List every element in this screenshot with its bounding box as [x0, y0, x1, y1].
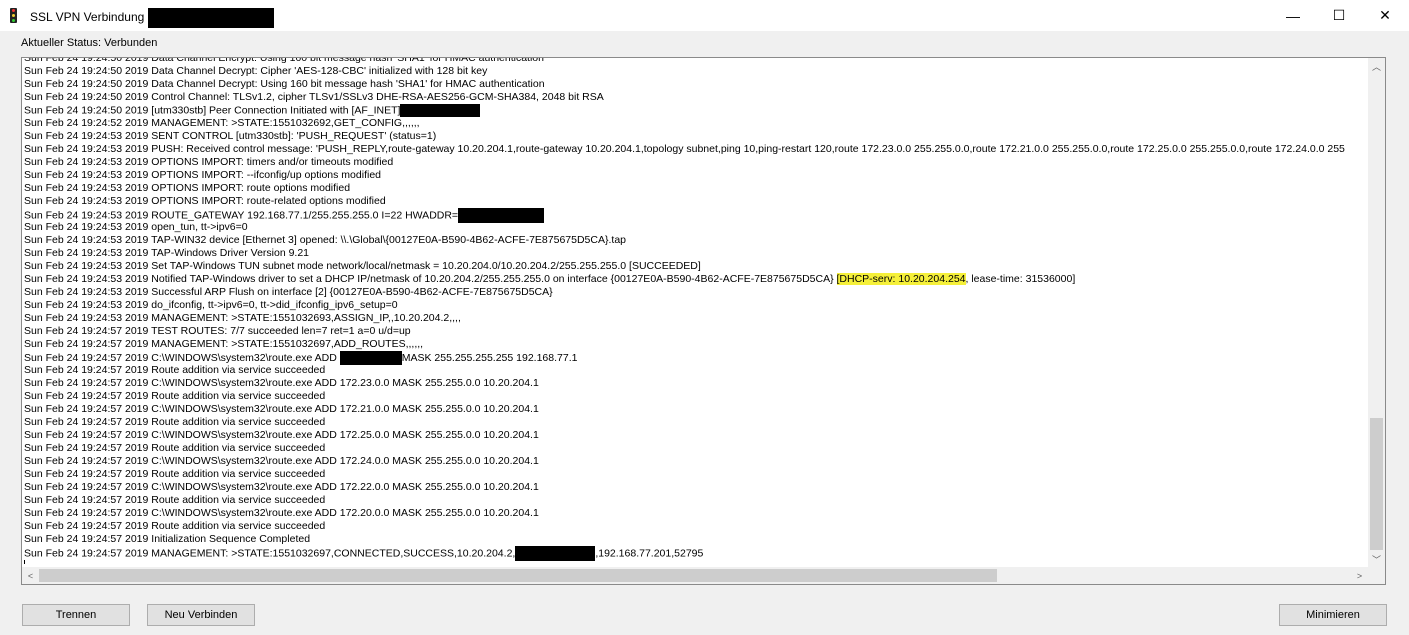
log-line: Sun Feb 24 19:24:57 2019 C:\WINDOWS\syst…	[24, 403, 539, 415]
log-line: Sun Feb 24 19:24:53 2019 PUSH: Received …	[24, 143, 1345, 155]
scroll-down-icon[interactable]: ﹀	[1368, 551, 1385, 568]
log-line: Sun Feb 24 19:24:57 2019 C:\WINDOWS\syst…	[24, 351, 1367, 365]
redacted-block	[515, 546, 596, 561]
horizontal-scroll-thumb[interactable]	[39, 569, 997, 582]
log-line: Sun Feb 24 19:24:50 2019 [utm330stb] Pee…	[24, 104, 1367, 117]
log-line-text: , lease-time: 31536000]	[965, 273, 1076, 285]
text-cursor	[24, 560, 25, 564]
log-line: Sun Feb 24 19:24:57 2019 Initialization …	[24, 533, 311, 545]
redacted-block	[400, 104, 481, 117]
reconnect-button[interactable]: Neu Verbinden	[147, 604, 255, 626]
log-line: Sun Feb 24 19:24:53 2019 Notified TAP-Wi…	[24, 273, 1367, 286]
window-title: SSL VPN Verbindung (	[30, 8, 274, 28]
log-line: Sun Feb 24 19:24:53 2019 TAP-WIN32 devic…	[24, 234, 627, 246]
vertical-scrollbar[interactable]: ︿ ﹀	[1368, 58, 1385, 568]
log-line-text: Sun Feb 24 19:24:53 2019 Notified TAP-Wi…	[24, 273, 837, 285]
log-line: Sun Feb 24 19:24:53 2019 SENT CONTROL [u…	[24, 130, 437, 142]
log-line: Sun Feb 24 19:24:53 2019 OPTIONS IMPORT:…	[24, 182, 351, 194]
log-line: Sun Feb 24 19:24:53 2019 OPTIONS IMPORT:…	[24, 156, 394, 168]
log-line: Sun Feb 24 19:24:53 2019 MANAGEMENT: >ST…	[24, 312, 461, 324]
log-line: Sun Feb 24 19:24:57 2019 C:\WINDOWS\syst…	[24, 507, 539, 519]
log-line: Sun Feb 24 19:24:53 2019 ROUTE_GATEWAY 1…	[24, 208, 1367, 223]
log-line: Sun Feb 24 19:24:57 2019 Route addition …	[24, 416, 326, 428]
log-line: Sun Feb 24 19:24:50 2019 Data Channel De…	[24, 65, 488, 77]
maximize-icon: ☐	[1332, 7, 1346, 23]
log-line-text: MASK 255.255.255.255 192.168.77.1	[401, 351, 578, 364]
log-line: Sun Feb 24 19:24:57 2019 Route addition …	[24, 520, 326, 532]
scrollbar-corner	[1368, 567, 1385, 584]
log-line-text: Sun Feb 24 19:24:50 2019 [utm330stb] Pee…	[24, 104, 401, 117]
scroll-left-icon[interactable]: <	[22, 567, 39, 584]
connection-status: Aktueller Status: Verbunden	[21, 37, 158, 49]
log-line-text: Sun Feb 24 19:24:57 2019 MANAGEMENT: >ST…	[24, 547, 516, 560]
minimize-window-button[interactable]: —	[1270, 0, 1316, 31]
log-line: Sun Feb 24 19:24:53 2019 OPTIONS IMPORT:…	[24, 195, 386, 207]
log-line: Sun Feb 24 19:24:57 2019 Route addition …	[24, 390, 326, 402]
log-line: Sun Feb 24 19:24:57 2019 C:\WINDOWS\syst…	[24, 429, 539, 441]
log-line: Sun Feb 24 19:24:53 2019 open_tun, tt->i…	[24, 221, 248, 233]
dhcp-server-highlight: [DHCP-serv: 10.20.204.254	[836, 273, 966, 285]
vertical-scroll-thumb[interactable]	[1370, 418, 1383, 550]
redacted-block	[458, 208, 545, 223]
log-line-text: Sun Feb 24 19:24:57 2019 C:\WINDOWS\syst…	[24, 351, 340, 364]
minimize-button[interactable]: Minimieren	[1279, 604, 1387, 626]
log-line: Sun Feb 24 19:24:57 2019 Route addition …	[24, 364, 326, 376]
scroll-up-icon[interactable]: ︿	[1368, 58, 1385, 75]
minimize-icon: —	[1286, 7, 1300, 24]
disconnect-button[interactable]: Trennen	[22, 604, 130, 626]
log-line: Sun Feb 24 19:24:57 2019 C:\WINDOWS\syst…	[24, 455, 539, 467]
log-line: Sun Feb 24 19:24:57 2019 C:\WINDOWS\syst…	[24, 481, 539, 493]
log-line	[24, 559, 1367, 564]
log-line: Sun Feb 24 19:24:57 2019 Route addition …	[24, 442, 326, 454]
redacted-block	[147, 8, 274, 28]
traffic-light-icon	[10, 8, 17, 23]
log-line: Sun Feb 24 19:24:57 2019 TEST ROUTES: 7/…	[24, 325, 411, 337]
log-line: Sun Feb 24 19:24:57 2019 C:\WINDOWS\syst…	[24, 377, 539, 389]
close-window-button[interactable]: ✕	[1362, 0, 1408, 31]
maximize-window-button[interactable]: ☐	[1316, 0, 1362, 31]
title-bar: SSL VPN Verbindung ( — ☐ ✕	[0, 0, 1409, 31]
log-line-text: Sun Feb 24 19:24:53 2019 ROUTE_GATEWAY 1…	[24, 209, 459, 222]
redacted-block	[339, 351, 402, 365]
log-line: Sun Feb 24 19:24:53 2019 Set TAP-Windows…	[24, 260, 701, 272]
close-icon: ✕	[1379, 7, 1391, 23]
scroll-right-icon[interactable]: >	[1351, 567, 1368, 584]
log-line: Sun Feb 24 19:24:57 2019 Route addition …	[24, 494, 326, 506]
log-line: Sun Feb 24 19:24:50 2019 Control Channel…	[24, 91, 604, 103]
log-line: Sun Feb 24 19:24:57 2019 MANAGEMENT: >ST…	[24, 546, 1367, 561]
log-line-text: ,192.168.77.201,52795	[595, 547, 704, 560]
log-line: Sun Feb 24 19:24:53 2019 do_ifconfig, tt…	[24, 299, 398, 311]
log-line: Sun Feb 24 19:24:53 2019 Successful ARP …	[24, 286, 553, 298]
log-line: Sun Feb 24 19:24:52 2019 MANAGEMENT: >ST…	[24, 117, 420, 129]
horizontal-scrollbar[interactable]: < >	[22, 567, 1368, 584]
log-text: Sun Feb 24 19:24:50 2019 Data Channel En…	[24, 57, 1367, 564]
log-line: Sun Feb 24 19:24:57 2019 Route addition …	[24, 468, 326, 480]
log-output[interactable]: Sun Feb 24 19:24:50 2019 Data Channel En…	[21, 57, 1386, 585]
log-line: Sun Feb 24 19:24:50 2019 Data Channel De…	[24, 78, 545, 90]
log-line: Sun Feb 24 19:24:57 2019 MANAGEMENT: >ST…	[24, 338, 424, 350]
log-line: Sun Feb 24 19:24:53 2019 TAP-Windows Dri…	[24, 247, 310, 259]
log-line: Sun Feb 24 19:24:50 2019 Data Channel En…	[24, 57, 544, 64]
log-line: Sun Feb 24 19:24:53 2019 OPTIONS IMPORT:…	[24, 169, 381, 181]
